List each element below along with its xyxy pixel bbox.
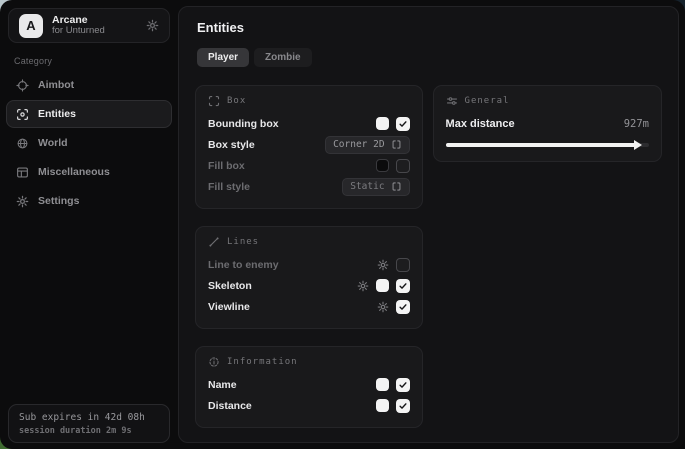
name-color-swatch[interactable] [376, 378, 389, 391]
line-to-enemy-row: Line to enemy [208, 254, 410, 275]
crosshair-icon [16, 79, 29, 92]
name-row: Name [208, 374, 410, 395]
sliders-icon [446, 95, 458, 107]
arcane-menu-window: A Arcane for Unturned Category Aimbot En… [0, 0, 685, 449]
box-style-dropdown[interactable]: Corner 2D [325, 136, 409, 154]
fill-box-color-swatch[interactable] [376, 159, 389, 172]
sub-expires-text: Sub expires in 42d 08h [19, 412, 159, 423]
row-label: Name [208, 379, 237, 391]
select-brackets-icon [391, 139, 402, 150]
sidebar-item-settings[interactable]: Settings [6, 187, 172, 215]
section-title: Lines [227, 237, 259, 247]
gear-icon[interactable] [377, 259, 389, 271]
sidebar-item-label: Settings [38, 195, 79, 207]
fill-style-row: Fill style Static [208, 176, 410, 197]
row-label: Bounding box [208, 118, 279, 130]
section-title: Box [227, 96, 246, 106]
lines-section-card: Lines Line to enemy Skeleton [195, 226, 423, 329]
bounding-box-color-swatch[interactable] [376, 117, 389, 130]
name-checkbox[interactable] [396, 378, 410, 392]
information-section-card: Information Name Distance [195, 346, 423, 428]
fill-box-row: Fill box [208, 155, 410, 176]
section-header: General [446, 95, 649, 107]
line-to-enemy-checkbox[interactable] [396, 258, 410, 272]
viewline-row: Viewline [208, 296, 410, 317]
skeleton-checkbox[interactable] [396, 279, 410, 293]
page-title: Entities [197, 20, 662, 35]
section-title: Information [227, 357, 298, 367]
sidebar-nav: Aimbot Entities World Miscellaneous [6, 71, 172, 215]
entity-tabs: Player Zombie [197, 48, 662, 67]
sidebar-item-label: Miscellaneous [38, 166, 110, 178]
row-label: Fill box [208, 160, 245, 172]
scan-icon [16, 108, 29, 121]
gear-icon[interactable] [146, 19, 159, 32]
sidebar-item-miscellaneous[interactable]: Miscellaneous [6, 158, 172, 186]
content-columns: Box Bounding box Box style Corne [195, 85, 662, 428]
row-label: Skeleton [208, 280, 252, 292]
select-brackets-icon [391, 181, 402, 192]
sidebar: A Arcane for Unturned Category Aimbot En… [0, 0, 178, 449]
slider-thumb-arrow[interactable] [634, 140, 642, 150]
brand-card: A Arcane for Unturned [8, 8, 170, 43]
box-corners-icon [208, 95, 220, 107]
bounding-box-row: Bounding box [208, 113, 410, 134]
dropdown-value: Static [350, 181, 384, 192]
arcane-logo: A [19, 14, 43, 38]
viewline-checkbox[interactable] [396, 300, 410, 314]
globe-icon [16, 137, 29, 150]
diagonal-line-icon [208, 236, 220, 248]
box-style-row: Box style Corner 2D [208, 134, 410, 155]
section-title: General [465, 96, 510, 106]
row-label: Viewline [208, 301, 250, 313]
bounding-box-checkbox[interactable] [396, 117, 410, 131]
left-column: Box Bounding box Box style Corne [195, 85, 423, 428]
sidebar-item-label: World [38, 137, 68, 149]
distance-color-swatch[interactable] [376, 399, 389, 412]
tab-zombie[interactable]: Zombie [254, 48, 312, 67]
section-header: Lines [208, 236, 410, 248]
gear-icon[interactable] [357, 280, 369, 292]
general-section-card: General Max distance 927m [433, 85, 662, 162]
layout-icon [16, 166, 29, 179]
right-column: General Max distance 927m [433, 85, 662, 428]
row-label: Distance [208, 400, 252, 412]
box-section-card: Box Bounding box Box style Corne [195, 85, 423, 209]
brand-text: Arcane for Unturned [52, 14, 137, 37]
subscription-status-box: Sub expires in 42d 08h session duration … [8, 404, 170, 443]
max-distance-row: Max distance 927m [446, 113, 649, 134]
brand-subtitle: for Unturned [52, 26, 137, 37]
distance-checkbox[interactable] [396, 399, 410, 413]
max-distance-slider[interactable] [446, 140, 649, 150]
distance-row: Distance [208, 395, 410, 416]
sidebar-item-world[interactable]: World [6, 129, 172, 157]
max-distance-value: 927m [624, 118, 649, 130]
row-label: Line to enemy [208, 259, 279, 271]
skeleton-color-swatch[interactable] [376, 279, 389, 292]
fill-box-checkbox[interactable] [396, 159, 410, 173]
tab-player[interactable]: Player [197, 48, 249, 67]
sidebar-item-entities[interactable]: Entities [6, 100, 172, 128]
sidebar-item-aimbot[interactable]: Aimbot [6, 71, 172, 99]
fill-style-dropdown[interactable]: Static [342, 178, 409, 196]
row-label: Box style [208, 139, 255, 151]
gear-icon[interactable] [377, 301, 389, 313]
section-header: Box [208, 95, 410, 107]
category-label: Category [14, 56, 52, 66]
row-label: Max distance [446, 118, 515, 130]
session-duration-text: session duration 2m 9s [19, 426, 159, 436]
dropdown-value: Corner 2D [333, 139, 384, 150]
gear-icon [16, 195, 29, 208]
sidebar-item-label: Entities [38, 108, 76, 120]
slider-fill [446, 143, 635, 147]
skeleton-row: Skeleton [208, 275, 410, 296]
sidebar-item-label: Aimbot [38, 79, 74, 91]
row-label: Fill style [208, 181, 250, 193]
section-header: Information [208, 356, 410, 368]
main-panel: Entities Player Zombie Box Bounding box [178, 6, 679, 443]
info-icon [208, 356, 220, 368]
